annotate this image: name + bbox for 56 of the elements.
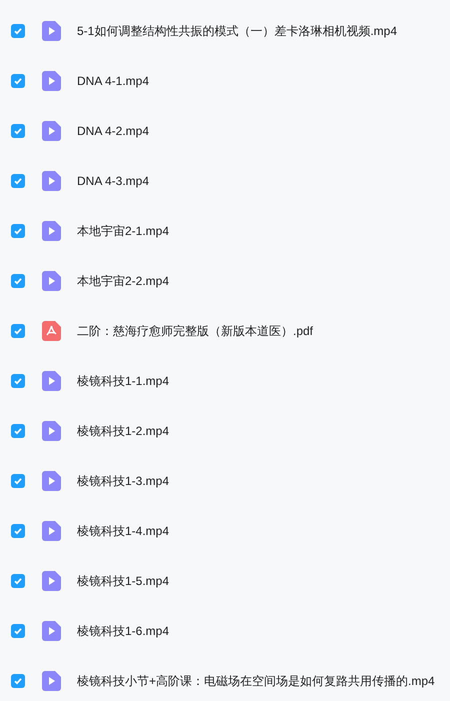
video-file-icon xyxy=(42,121,61,141)
file-name: 棱镜科技1-2.mp4 xyxy=(77,423,170,440)
checkmark-icon xyxy=(13,26,23,36)
video-file-icon xyxy=(42,221,61,241)
video-file-icon xyxy=(42,71,61,91)
checkbox[interactable] xyxy=(11,524,25,538)
checkmark-icon xyxy=(13,626,23,636)
checkmark-icon xyxy=(13,376,23,386)
file-name: DNA 4-2.mp4 xyxy=(77,123,150,140)
checkbox[interactable] xyxy=(11,24,25,38)
file-name: 本地宇宙2-1.mp4 xyxy=(77,223,170,240)
checkbox[interactable] xyxy=(11,274,25,288)
video-file-icon xyxy=(42,421,61,441)
file-name: 棱镜科技1-1.mp4 xyxy=(77,373,170,390)
video-file-icon xyxy=(42,621,61,641)
file-name: 5-1如何调整结构性共振的模式（一）差卡洛琳相机视频.mp4 xyxy=(77,23,398,40)
file-name: 棱镜科技1-6.mp4 xyxy=(77,623,170,640)
pdf-file-icon xyxy=(42,321,61,341)
checkbox[interactable] xyxy=(11,224,25,238)
video-file-icon xyxy=(42,671,61,691)
file-name: 本地宇宙2-2.mp4 xyxy=(77,273,170,290)
checkmark-icon xyxy=(13,526,23,536)
checkbox[interactable] xyxy=(11,674,25,688)
checkmark-icon xyxy=(13,226,23,236)
checkmark-icon xyxy=(13,426,23,436)
file-name: 棱镜科技1-5.mp4 xyxy=(77,573,170,590)
video-file-icon xyxy=(42,171,61,191)
checkmark-icon xyxy=(13,476,23,486)
checkmark-icon xyxy=(13,276,23,286)
checkbox[interactable] xyxy=(11,424,25,438)
checkmark-icon xyxy=(13,176,23,186)
video-file-icon xyxy=(42,371,61,391)
checkbox[interactable] xyxy=(11,74,25,88)
video-file-icon xyxy=(42,21,61,41)
checkmark-icon xyxy=(13,126,23,136)
video-file-icon xyxy=(42,571,61,591)
file-name: 棱镜科技小节+高阶课：电磁场在空间场是如何复路共用传播的.mp4 xyxy=(77,673,435,690)
file-name: 二阶：慈海疗愈师完整版（新版本道医）.pdf xyxy=(77,323,314,340)
checkbox[interactable] xyxy=(11,374,25,388)
checkbox[interactable] xyxy=(11,324,25,338)
checkmark-icon xyxy=(13,576,23,586)
video-file-icon xyxy=(42,521,61,541)
video-file-icon xyxy=(42,271,61,291)
checkmark-icon xyxy=(13,326,23,336)
file-name: 棱镜科技1-4.mp4 xyxy=(77,523,170,540)
checkbox[interactable] xyxy=(11,624,25,638)
checkmark-icon xyxy=(13,76,23,86)
video-file-icon xyxy=(42,471,61,491)
checkbox[interactable] xyxy=(11,174,25,188)
file-name: DNA 4-3.mp4 xyxy=(77,173,150,190)
checkmark-icon xyxy=(13,676,23,686)
checkbox[interactable] xyxy=(11,474,25,488)
checkbox[interactable] xyxy=(11,574,25,588)
file-name: DNA 4-1.mp4 xyxy=(77,73,150,90)
checkbox[interactable] xyxy=(11,124,25,138)
file-name: 棱镜科技1-3.mp4 xyxy=(77,473,170,490)
